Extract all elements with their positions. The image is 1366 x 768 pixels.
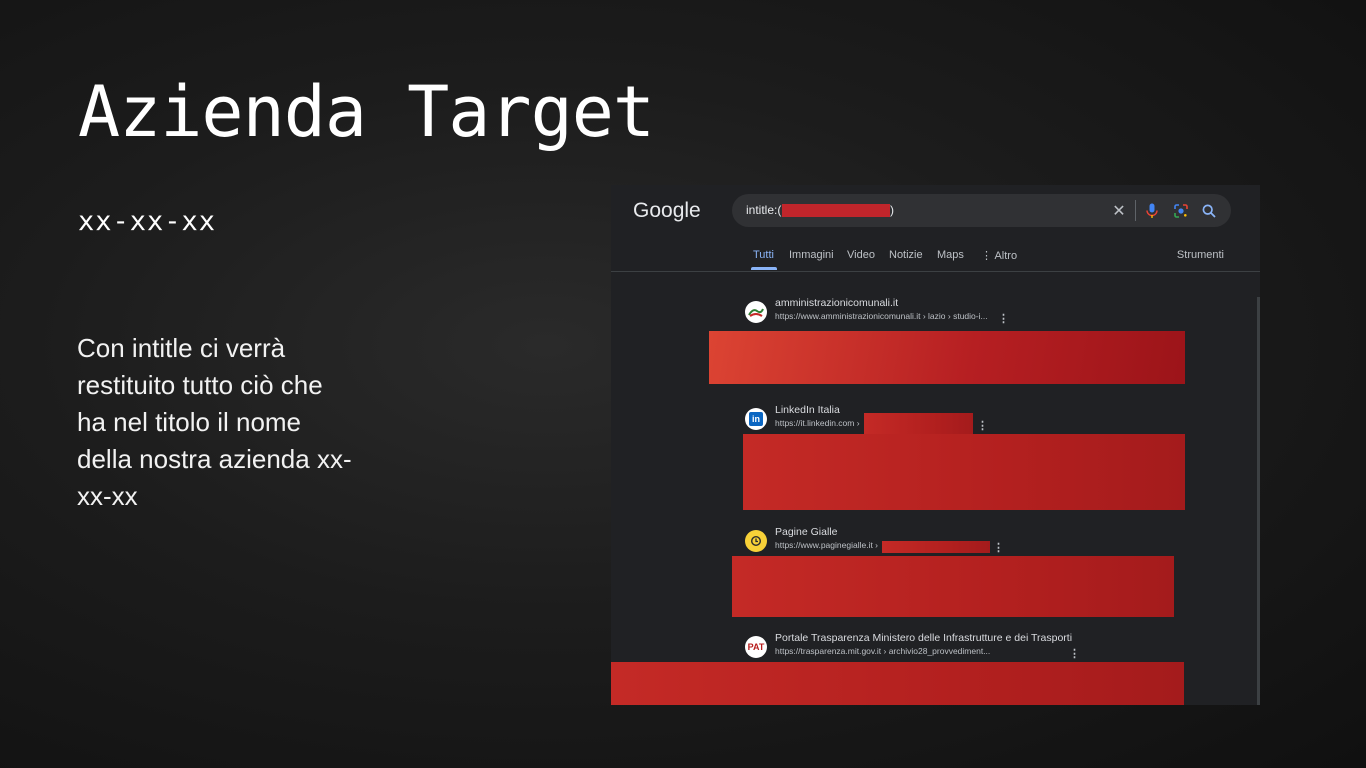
google-logo[interactable]: Google [633,199,701,223]
url-redaction [864,413,973,434]
slide-body-text: Con intitle ci verrà restituito tutto ci… [77,333,352,511]
pat-icon: PAT [745,636,767,658]
tab-notizie[interactable]: Notizie [889,249,923,261]
search-input[interactable]: intitle:( ) ✕ [732,194,1231,227]
tab-maps[interactable]: Maps [937,249,964,261]
more-options-icon[interactable]: ⋮ [1069,647,1080,660]
close-icon[interactable]: ✕ [1109,201,1129,221]
snippet-redaction [732,556,1174,617]
snippet-redaction [743,434,1185,510]
google-results-screenshot: Google intitle:( ) ✕ Tutti Immagini Vide… [611,185,1260,705]
result-url[interactable]: https://www.paginegialle.it › [775,540,878,550]
tools-button[interactable]: Strumenti [1177,249,1224,261]
tabs-divider [611,271,1260,272]
result-site-name[interactable]: Pagine Gialle [775,526,837,538]
url-redaction [882,541,990,553]
paginegialle-icon [745,530,767,552]
linkedin-icon: in [745,408,767,430]
divider [1135,200,1136,221]
more-options-icon[interactable]: ⋮ [993,541,1004,554]
slide-date: xx-xx-xx [78,206,217,237]
more-options-icon[interactable]: ⋮ [998,312,1009,325]
scrollbar[interactable] [1257,297,1260,705]
result-site-name[interactable]: Portale Trasparenza Ministero delle Infr… [775,632,1072,644]
tab-tutti[interactable]: Tutti [753,249,774,261]
result-url[interactable]: https://trasparenza.mit.gov.it › archivi… [775,646,990,656]
search-query-suffix: ) [890,203,894,217]
result-url[interactable]: https://it.linkedin.com › [775,418,860,428]
lens-icon[interactable] [1171,201,1191,221]
search-icon[interactable] [1199,201,1219,221]
result-url[interactable]: https://www.amministrazionicomunali.it ›… [775,311,988,321]
tab-immagini[interactable]: Immagini [789,249,834,261]
snippet-redaction [611,662,1184,705]
mic-icon[interactable] [1142,201,1162,221]
more-options-icon[interactable]: ⋮ [977,419,988,432]
active-tab-indicator [751,267,777,270]
tab-video[interactable]: Video [847,249,875,261]
tab-altro[interactable]: ⋮ Altro [981,249,1017,262]
amministrazioni-logo-icon [745,301,767,323]
slide-title: Azienda Target [78,71,655,153]
result-site-name[interactable]: amministrazionicomunali.it [775,297,898,309]
query-redaction [782,204,890,217]
search-query-prefix: intitle:( [746,203,782,217]
result-site-name[interactable]: LinkedIn Italia [775,404,840,416]
linkedin-mark: in [749,412,763,426]
snippet-redaction [709,331,1185,384]
